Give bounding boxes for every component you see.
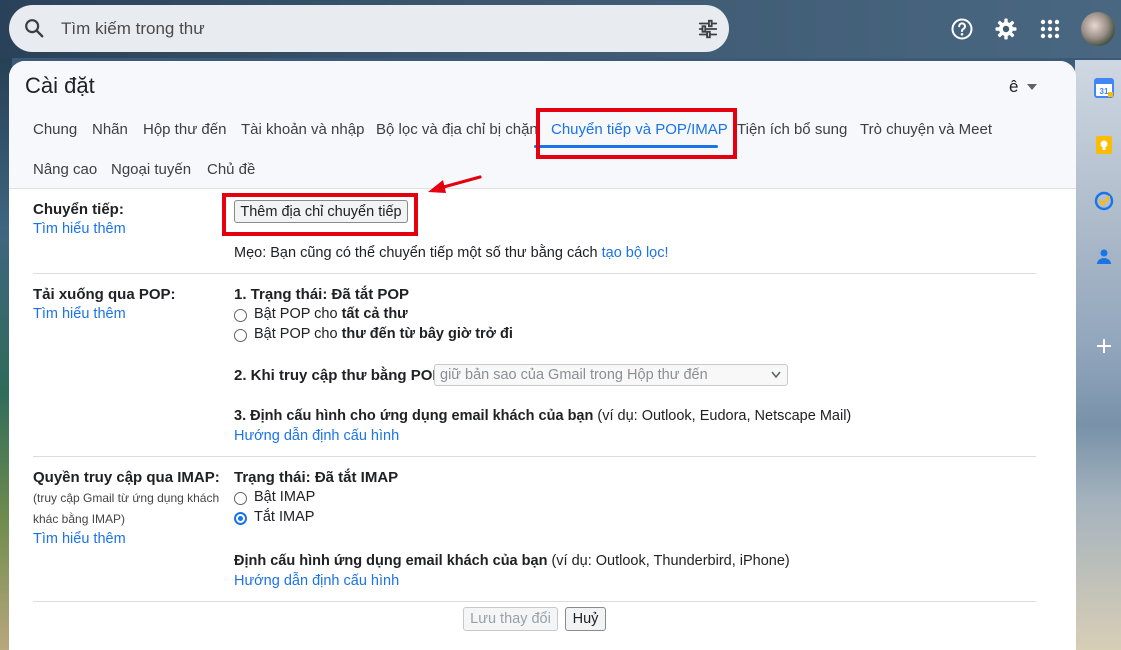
svg-text:31: 31 [1100, 87, 1109, 96]
tab-inbox[interactable]: Hộp thư đến [143, 121, 226, 138]
pop-access-label: 2. Khi truy cập thư bằng POP [234, 367, 443, 384]
annotation-arrow-icon [428, 175, 482, 193]
imap-enable-radio[interactable] [234, 492, 247, 505]
chevron-down-icon [1027, 84, 1038, 90]
pop-from-now-label: Bật POP cho thư đến từ bây giờ trở đi [254, 326, 513, 342]
pop-config-text: 3. Định cấu hình cho ứng dụng email khác… [234, 408, 851, 424]
highlight-box-tab [536, 108, 737, 159]
section-divider [33, 456, 1036, 457]
pop-config-example: (ví dụ: Outlook, Eudora, Netscape Mail) [597, 408, 852, 424]
section-divider [33, 273, 1036, 274]
pop-config-guide-link[interactable]: Hướng dẫn định cấu hình [234, 428, 399, 444]
search-input[interactable] [61, 5, 681, 52]
search-icon[interactable] [23, 17, 45, 39]
tab-general[interactable]: Chung [33, 121, 77, 138]
tab-accounts[interactable]: Tài khoản và nhập [241, 121, 364, 138]
forwarding-label: Chuyển tiếp: [33, 201, 124, 218]
save-changes-button[interactable]: Lưu thay đổi [463, 607, 558, 631]
apps-grid-icon[interactable] [1038, 17, 1062, 41]
pop-all-mail-label: Bật POP cho tất cả thư [254, 306, 408, 322]
pop-now-bold: thư đến từ bây giờ trở đi [341, 326, 513, 342]
imap-label: Quyền truy cập qua IMAP: [33, 469, 220, 486]
chevron-down-icon [771, 371, 781, 379]
add-forwarding-address-button[interactable]: Thêm địa chỉ chuyển tiếp [234, 200, 408, 223]
pop-learn-more-link[interactable]: Tìm hiểu thêm [33, 306, 126, 322]
imap-sub-label-2: khác bằng IMAP) [33, 512, 126, 526]
pop-all-mail-radio[interactable] [234, 309, 247, 322]
search-options-icon[interactable] [697, 18, 719, 40]
avatar[interactable] [1081, 12, 1115, 46]
pop-now-prefix: Bật POP cho [254, 326, 338, 342]
pop-all-bold: tất cả thư [341, 306, 408, 322]
create-filter-link[interactable]: tạo bộ lọc! [602, 245, 669, 261]
cancel-button[interactable]: Huỷ [565, 607, 606, 631]
tab-chat-meet[interactable]: Trò chuyện và Meet [860, 121, 992, 138]
pop-status: 1. Trạng thái: Đã tắt POP [234, 286, 410, 303]
section-divider [33, 601, 1036, 602]
imap-learn-more-link[interactable]: Tìm hiểu thêm [33, 531, 126, 547]
tab-filters[interactable]: Bộ lọc và địa chỉ bị chặn [376, 121, 538, 138]
keep-icon[interactable] [1094, 135, 1114, 155]
imap-config-guide-link[interactable]: Hướng dẫn định cấu hình [234, 573, 399, 589]
tasks-icon[interactable] [1094, 191, 1114, 211]
search-bar[interactable] [9, 5, 729, 52]
imap-config-example: (ví dụ: Outlook, Thunderbird, iPhone) [551, 553, 790, 569]
pop-all-prefix: Bật POP cho [254, 306, 338, 322]
tab-addons[interactable]: Tiện ích bổ sung [737, 121, 847, 138]
pop-config-label: 3. Định cấu hình cho ứng dụng email khác… [234, 408, 594, 424]
forwarding-learn-more-link[interactable]: Tìm hiểu thêm [33, 221, 126, 237]
help-icon[interactable] [950, 17, 974, 41]
top-bar [0, 0, 1121, 58]
calendar-icon[interactable]: 31 [1094, 78, 1114, 98]
imap-config-label: Định cấu hình ứng dụng email khách của b… [234, 553, 548, 569]
imap-disable-label: Tắt IMAP [254, 509, 315, 525]
tab-offline[interactable]: Ngoại tuyến [111, 161, 191, 178]
input-tools-label: ê [1009, 77, 1019, 96]
imap-enable-label: Bật IMAP [254, 489, 316, 505]
imap-sub-label-1: (truy cập Gmail từ ứng dụng khách [33, 491, 220, 505]
tab-advanced[interactable]: Nâng cao [33, 161, 97, 178]
forwarding-tip-text: Mẹo: Bạn cũng có thể chuyển tiếp một số … [234, 245, 669, 261]
contacts-icon[interactable] [1094, 247, 1114, 267]
tab-themes[interactable]: Chủ đề [207, 161, 255, 178]
page-title: Cài đặt [25, 73, 95, 98]
add-addon-icon[interactable] [1094, 336, 1114, 356]
tab-labels[interactable]: Nhãn [92, 121, 128, 138]
imap-config-text: Định cấu hình ứng dụng email khách của b… [234, 553, 790, 569]
gear-icon[interactable] [994, 17, 1018, 41]
pop-access-select-value: giữ bản sao của Gmail trong Hộp thư đến [440, 367, 708, 383]
pop-label: Tải xuống qua POP: [33, 286, 176, 303]
pop-access-select[interactable]: giữ bản sao của Gmail trong Hộp thư đến [434, 364, 788, 386]
input-tools-select[interactable]: ê [1009, 77, 1038, 97]
pop-from-now-radio[interactable] [234, 329, 247, 342]
imap-disable-radio[interactable] [234, 512, 247, 525]
imap-status: Trạng thái: Đã tắt IMAP [234, 469, 399, 486]
settings-header: Cài đặt ê [9, 61, 1076, 108]
forwarding-tip-prefix: Mẹo: Bạn cũng có thể chuyển tiếp một số … [234, 245, 598, 261]
